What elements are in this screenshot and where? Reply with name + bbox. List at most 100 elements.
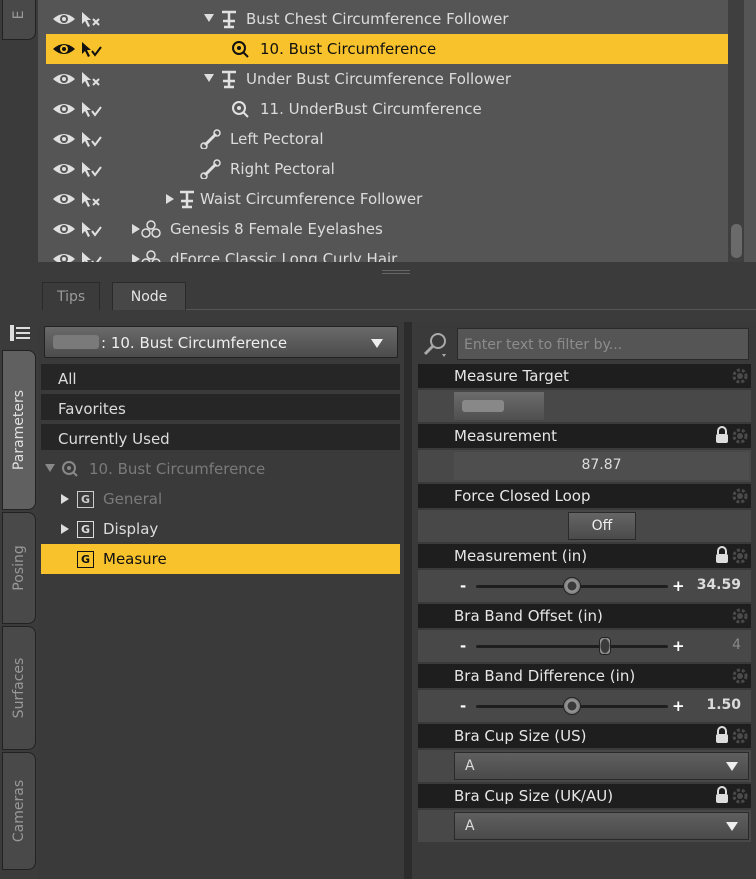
selectable-check-icon[interactable] [80, 221, 104, 238]
scene-row[interactable]: Bust Chest Circumference Follower [46, 4, 734, 34]
scene-row[interactable]: Left Pectoral [46, 124, 734, 154]
tab-cameras[interactable]: Cameras [2, 752, 36, 870]
panel-split-handle[interactable] [38, 312, 756, 322]
tree-item-label: Measure [103, 550, 167, 568]
gear-icon[interactable] [731, 487, 749, 505]
pane-divider[interactable] [38, 262, 756, 282]
divider-grip [382, 270, 410, 274]
visibility-eye-icon[interactable] [52, 131, 76, 147]
scene-scrollbar-thumb[interactable] [731, 224, 742, 258]
lock-icon[interactable] [715, 426, 729, 444]
group-all[interactable]: All [41, 364, 400, 392]
select-value: A [465, 818, 475, 834]
gear-icon[interactable] [731, 547, 749, 565]
tree-root[interactable]: 10. Bust Circumference [41, 454, 400, 484]
selectable-check-icon[interactable] [80, 161, 104, 178]
slider-value[interactable]: 4 [732, 637, 741, 653]
decrement-button[interactable]: - [460, 637, 466, 655]
gear-icon[interactable] [731, 427, 749, 445]
not-selectable-icon[interactable] [80, 11, 104, 28]
param-label: Bra Cup Size (UK/AU) [454, 787, 614, 805]
visibility-eye-icon[interactable] [52, 71, 76, 87]
tab-node[interactable]: Node [112, 282, 186, 310]
visibility-eye-icon[interactable] [52, 101, 76, 117]
tree-item-display[interactable]: G Display [41, 514, 400, 544]
collapse-icon[interactable] [204, 14, 214, 22]
slider-value[interactable]: 34.59 [697, 577, 741, 593]
increment-button[interactable]: + [672, 637, 685, 655]
expand-right-icon[interactable] [61, 494, 69, 504]
pane-separator[interactable] [404, 322, 412, 879]
scene-row[interactable]: Under Bust Circumference Follower [46, 64, 734, 94]
tab-surfaces[interactable]: Surfaces [2, 626, 36, 750]
node-name-redacted [53, 335, 99, 349]
scene-row[interactable]: 10. Bust Circumference [46, 34, 734, 64]
expand-icon[interactable] [132, 224, 140, 234]
param-measure-target-body [418, 390, 751, 422]
measurement-value-field[interactable]: 87.87 [454, 452, 749, 480]
measure-icon [232, 101, 249, 118]
param-label: Measurement (in) [454, 547, 588, 565]
slider-knob[interactable] [563, 697, 581, 715]
scene-row[interactable]: Genesis 8 Female Eyelashes [46, 214, 734, 244]
measure-icon [62, 461, 78, 477]
bra-band-offset-slider[interactable]: - + 4 [418, 630, 751, 662]
expand-right-icon[interactable] [61, 524, 69, 534]
gear-icon[interactable] [731, 727, 749, 745]
slider-value[interactable]: 1.50 [706, 697, 741, 713]
visibility-eye-icon[interactable] [52, 221, 76, 237]
group-currently-used[interactable]: Currently Used [41, 424, 400, 452]
scene-row[interactable]: Waist Circumference Follower [46, 184, 734, 214]
gear-icon[interactable] [731, 667, 749, 685]
tree-item-measure[interactable]: G Measure [41, 544, 400, 574]
not-selectable-icon[interactable] [80, 71, 104, 88]
param-bra-band-diff-header: Bra Band Difference (in) [418, 664, 751, 688]
tab-e[interactable]: E [2, 0, 36, 40]
gear-icon[interactable] [731, 607, 749, 625]
visibility-eye-icon[interactable] [52, 11, 76, 27]
cup-uk-select[interactable]: A [454, 812, 749, 840]
measure-target-picker[interactable] [454, 392, 544, 420]
scene-row[interactable]: 11. UnderBust Circumference [46, 94, 734, 124]
expand-icon[interactable] [166, 194, 174, 204]
visibility-eye-icon[interactable] [52, 161, 76, 177]
decrement-button[interactable]: - [460, 577, 466, 595]
collapse-icon[interactable] [204, 74, 214, 82]
search-icon[interactable] [420, 330, 452, 358]
visibility-eye-icon[interactable] [52, 191, 76, 207]
tree-item-general[interactable]: G General [41, 484, 400, 514]
scene-row-label: 10. Bust Circumference [260, 40, 437, 58]
scene-row[interactable]: Right Pectoral [46, 154, 734, 184]
tab-parameters[interactable]: Parameters [2, 350, 36, 510]
force-closed-loop-toggle[interactable]: Off [568, 512, 636, 540]
decrement-button[interactable]: - [460, 697, 466, 715]
tab-posing[interactable]: Posing [2, 512, 36, 624]
visibility-eye-icon[interactable] [52, 41, 76, 57]
gear-icon[interactable] [731, 787, 749, 805]
slider-knob[interactable] [598, 637, 611, 655]
node-selector-dropdown[interactable]: : 10. Bust Circumference [44, 326, 398, 358]
tab-tips[interactable]: Tips [42, 282, 101, 310]
selectable-check-icon[interactable] [80, 101, 104, 118]
panel-menu-icon[interactable] [8, 322, 32, 344]
increment-button[interactable]: + [672, 577, 685, 595]
expand-down-icon[interactable] [45, 464, 55, 472]
lock-icon[interactable] [715, 786, 729, 804]
filter-input[interactable]: Enter text to filter by... [457, 328, 749, 360]
selectable-check-icon[interactable] [80, 131, 104, 148]
measurement-in-slider[interactable]: - + 34.59 [418, 570, 751, 602]
slider-knob[interactable] [563, 577, 581, 595]
not-selectable-icon[interactable] [80, 191, 104, 208]
param-measure-target-header: Measure Target [418, 364, 751, 388]
lock-icon[interactable] [715, 546, 729, 564]
tree-root-label: 10. Bust Circumference [89, 460, 266, 478]
lock-icon[interactable] [715, 726, 729, 744]
cup-us-select[interactable]: A [454, 752, 749, 780]
increment-button[interactable]: + [672, 697, 685, 715]
selectable-check-icon[interactable] [80, 41, 104, 58]
bra-band-diff-slider[interactable]: - + 1.50 [418, 690, 751, 722]
group-favorites[interactable]: Favorites [41, 394, 400, 422]
scene-scrollbar[interactable] [728, 0, 744, 262]
gear-icon[interactable] [731, 367, 749, 385]
slider-track[interactable] [476, 645, 668, 648]
